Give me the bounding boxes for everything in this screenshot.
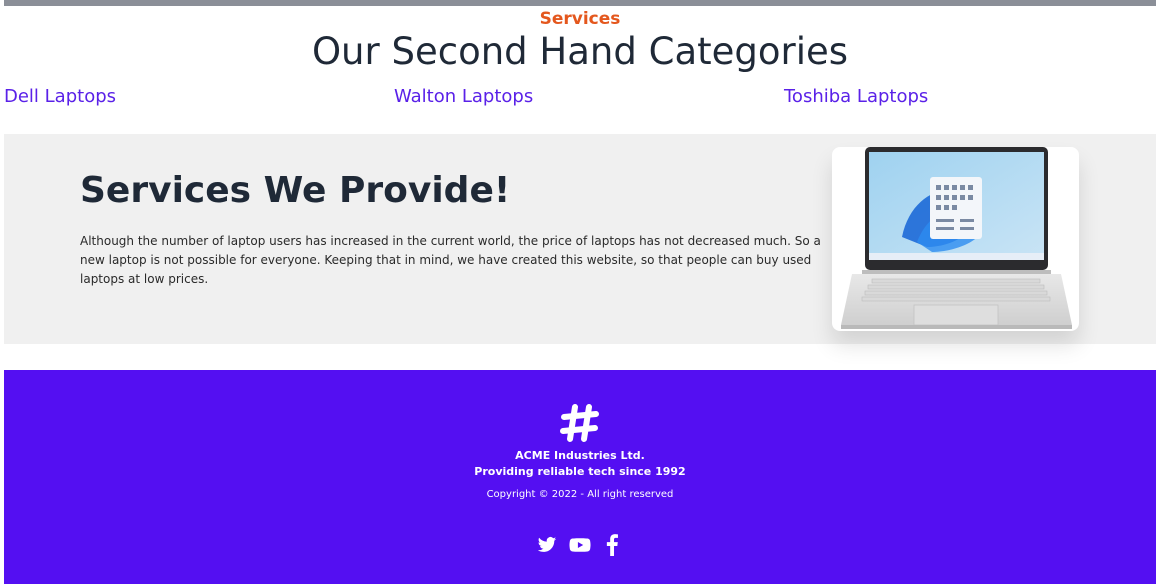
services-heading: Services We Provide!	[80, 170, 511, 211]
footer: ACME Industries Ltd. Providing reliable …	[4, 370, 1156, 584]
category-link-walton[interactable]: Walton Laptops	[394, 86, 533, 107]
category-link-dell[interactable]: Dell Laptops	[4, 86, 116, 107]
section-eyebrow: Services	[539, 9, 621, 29]
laptop-illustration	[841, 147, 1072, 329]
laptop-image	[832, 147, 1079, 331]
youtube-icon[interactable]	[569, 534, 591, 556]
footer-tagline: Providing reliable tech since 1992	[474, 465, 686, 478]
section-title: Our Second Hand Categories	[311, 30, 849, 73]
hashtag-logo-icon	[560, 404, 599, 442]
footer-company-name: ACME Industries Ltd.	[515, 449, 645, 462]
footer-copyright: Copyright © 2022 - All right reserved	[486, 489, 674, 500]
twitter-icon[interactable]	[537, 534, 557, 556]
facebook-icon[interactable]	[605, 534, 619, 556]
services-description: Although the number of laptop users has …	[80, 234, 821, 286]
services-panel: Services We Provide! Although the number…	[4, 134, 1156, 344]
category-link-toshiba[interactable]: Toshiba Laptops	[784, 86, 928, 107]
top-bar	[4, 0, 1156, 6]
